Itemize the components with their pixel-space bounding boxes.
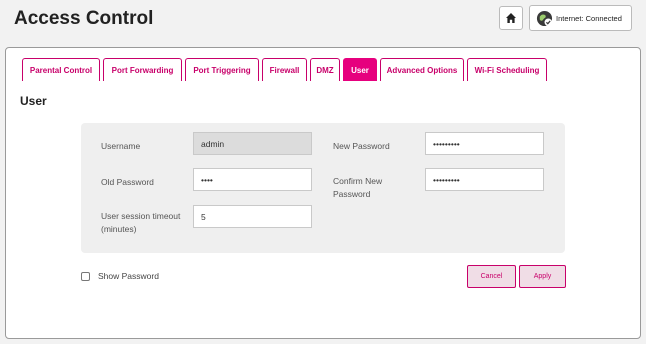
page-title: Access Control — [14, 8, 154, 29]
show-password-toggle[interactable]: Show Password — [81, 271, 159, 281]
new-password-label: New Password — [333, 141, 390, 151]
confirm-password-field[interactable]: ••••••••• — [425, 168, 544, 191]
old-password-field[interactable]: •••• — [193, 168, 312, 191]
cancel-button[interactable]: Cancel — [467, 265, 516, 288]
show-password-label: Show Password — [98, 271, 159, 281]
old-password-label: Old Password — [101, 177, 154, 187]
internet-status-value: Connected — [585, 13, 622, 23]
section-title: User — [20, 94, 47, 108]
home-button[interactable] — [499, 6, 523, 30]
tab-wifi-scheduling[interactable]: Wi-Fi Scheduling — [467, 58, 547, 81]
tab-user[interactable]: User — [343, 58, 377, 81]
internet-status[interactable]: Internet: Connected — [529, 5, 632, 31]
tab-firewall[interactable]: Firewall — [262, 58, 307, 81]
internet-label: Internet: — [556, 13, 584, 23]
confirm-password-label: Confirm New Password — [333, 176, 383, 199]
show-password-checkbox[interactable] — [81, 271, 90, 281]
globe-connected-icon — [536, 10, 553, 26]
tab-port-triggering[interactable]: Port Triggering — [185, 58, 259, 81]
session-timeout-label: User session timeout (minutes) — [101, 211, 181, 234]
tab-bar: Parental Control Port Forwarding Port Tr… — [22, 58, 547, 81]
username-label: Username — [101, 141, 141, 151]
tab-advanced-options[interactable]: Advanced Options — [380, 58, 464, 81]
apply-button[interactable]: Apply — [519, 265, 566, 288]
user-form: Username admin Old Password •••• User se… — [81, 123, 565, 253]
new-password-field[interactable]: ••••••••• — [425, 132, 544, 155]
tab-port-forwarding[interactable]: Port Forwarding — [103, 58, 182, 81]
content-panel: Parental Control Port Forwarding Port Tr… — [5, 47, 641, 339]
session-timeout-field[interactable]: 5 — [193, 205, 312, 228]
tab-dmz[interactable]: DMZ — [310, 58, 340, 81]
tab-parental-control[interactable]: Parental Control — [22, 58, 100, 81]
username-field: admin — [193, 132, 312, 155]
home-icon — [506, 13, 516, 23]
